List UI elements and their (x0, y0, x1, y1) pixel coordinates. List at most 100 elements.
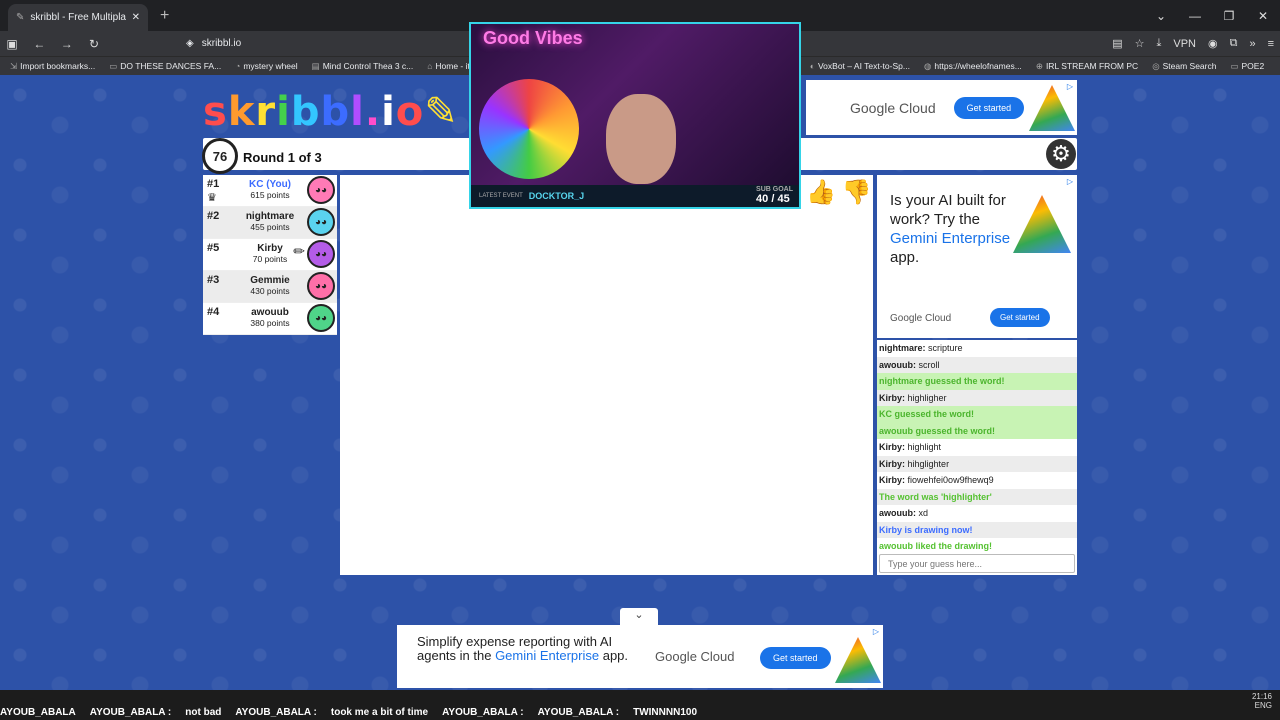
player-row[interactable]: #1 ♛ KC (You) 615 points ◕◕ (203, 175, 337, 207)
ad-right-cta[interactable]: Get started (990, 308, 1050, 327)
forward-icon[interactable]: → (55, 37, 79, 51)
player-rank: #3 (207, 274, 220, 286)
bookmark-3[interactable]: ▤ Mind Control Thea 3 c... (312, 61, 414, 72)
browser-tab[interactable]: ✎ skribbl - Free Multiplayer D ✕ (8, 4, 148, 31)
gemini-star-icon (1013, 195, 1071, 253)
bookmark-0[interactable]: ⇲ Import bookmarks... (10, 61, 95, 72)
ad-bottom[interactable]: ▷ Simplify expense reporting with AI age… (397, 625, 883, 688)
reader-icon[interactable]: ▤ (1112, 37, 1122, 50)
ad-top-cta[interactable]: Get started (953, 96, 1025, 119)
window-controls: ⌄ — ❐ ✕ (1144, 0, 1280, 31)
bookmark-6[interactable]: ◍ https://wheelofnames... (924, 61, 1022, 72)
bookmark-8[interactable]: ◎ Steam Search (1152, 61, 1216, 72)
player-name: awouub (251, 307, 289, 318)
thumbs-down-icon[interactable]: 👎 (842, 178, 872, 207)
chat-message: Kirby: highligher (877, 389, 1077, 406)
chat-message: nightmare guessed the word! (877, 373, 1077, 390)
webcam-overlay: Good Vibes LATEST EVENT DOCKTOR_J SUB GO… (469, 22, 801, 209)
player-avatar: ◕◕ (307, 240, 335, 268)
google-cloud-logo: Google Cloud (655, 649, 735, 664)
ad-top[interactable]: Google Cloud Get started ▷ (806, 80, 1077, 135)
ad-right-heading: Is your AI built for work? Try the Gemin… (890, 192, 1011, 266)
site-info-icon[interactable]: ◈ (186, 38, 194, 49)
bookmark-site-icon: ◔ (235, 61, 241, 71)
drawing-canvas[interactable] (340, 175, 873, 575)
player-name: nightmare (245, 211, 295, 222)
nav-buttons: ▣ ← → ↻ (0, 37, 106, 51)
new-tab-button[interactable]: + (160, 7, 169, 25)
player-points: 615 points (250, 190, 290, 200)
bookmark-7[interactable]: ⊕ IRL STREAM FROM PC (1036, 61, 1138, 72)
back-icon[interactable]: ← (27, 37, 51, 51)
close-window-button[interactable]: ✕ (1246, 9, 1280, 23)
thumbs-up-icon[interactable]: 👍 (806, 178, 836, 207)
player-rank: #5 (207, 242, 220, 254)
player-name: Kirby (257, 243, 283, 254)
folder-icon: ▭ (109, 60, 118, 71)
maximize-button[interactable]: ❐ (1212, 9, 1246, 23)
url-text: skribbl.io (201, 38, 242, 49)
player-rank: #4 (207, 306, 220, 318)
prize-wheel (479, 79, 579, 179)
more-icon[interactable]: » (1249, 38, 1255, 50)
ad-bottom-cta[interactable]: Get started (760, 647, 831, 669)
stream-event-bar: LATEST EVENT DOCKTOR_J SUB GOAL 40 / 45 (471, 185, 799, 207)
chat-log: nightmare: scripture awouub: scroll nightm… (877, 340, 1077, 575)
round-label: Round 1 of 3 (243, 150, 322, 165)
chat-message: The word was 'highlighter' (877, 488, 1077, 505)
player-points: 430 points (250, 286, 290, 296)
chat-message: Kirby: highlight (879, 442, 942, 452)
chat-message: awouub guessed the word! (877, 422, 1077, 439)
bookmark-2[interactable]: ◔ mystery wheel (235, 61, 297, 71)
google-cloud-logo: Google Cloud (890, 313, 952, 324)
player-avatar: ◕◕ (307, 176, 335, 204)
vote-buttons: 👍 👎 (806, 178, 872, 207)
menu-icon[interactable]: ≡ (1268, 38, 1274, 50)
ad-choices-icon[interactable]: ▷ (873, 627, 879, 636)
system-tray[interactable]: 21:16 ENG (1252, 692, 1272, 710)
bookmark-9[interactable]: ▭ POE2 (1230, 61, 1264, 72)
import-icon: ⇲ (10, 60, 18, 71)
guess-input[interactable] (879, 554, 1075, 573)
bookmark-1[interactable]: ▭ DO THESE DANCES FA... (109, 61, 221, 72)
crown-icon: ♛ (207, 192, 217, 204)
chat-message: Kirby: hihglighter (877, 455, 1077, 472)
player-row[interactable]: #5 Kirby 70 points ✏ ◕◕ (203, 239, 337, 271)
round-timer: 76 (202, 138, 238, 174)
close-tab-icon[interactable]: ✕ (132, 12, 140, 23)
ad-choices-icon[interactable]: ▷ (1067, 82, 1073, 91)
reload-icon[interactable]: ↻ (82, 37, 106, 51)
drawing-pencil-icon: ✏ (293, 243, 305, 259)
skribbl-logo[interactable]: skribbl.io✎ (203, 89, 459, 135)
streamer (606, 94, 676, 184)
google-cloud-logo: Google Cloud (850, 99, 936, 116)
player-row[interactable]: #3 Gemmie 430 points ◕◕ (203, 271, 337, 303)
player-avatar: ◕◕ (307, 304, 335, 332)
settings-gear-icon[interactable]: ⚙ (1046, 139, 1076, 169)
stream-chat-ticker: AYOUB_ABALA AYOUB_ABALA : not bad AYOUB_… (0, 706, 698, 718)
bookmark-5[interactable]: ◐ VoxBot – AI Text-to-Sp... (810, 61, 910, 71)
folder-icon: ▭ (1230, 60, 1239, 71)
sidebar-icon[interactable]: ▣ (0, 37, 24, 51)
ad-right[interactable]: ▷ Is your AI built for work? Try the Gem… (877, 175, 1077, 338)
bookmark-site-icon: ⌂ (427, 61, 433, 71)
player-row[interactable]: #2 nightmare 455 points ◕◕ (203, 207, 337, 239)
chevron-down-icon[interactable]: ⌄ (620, 608, 658, 625)
tab-search-icon[interactable]: ⌄ (1144, 9, 1178, 23)
latest-event-name: DOCKTOR_J (528, 191, 585, 201)
profile-icon[interactable]: ◉ (1208, 37, 1218, 50)
bookmark-star-icon[interactable]: ☆ (1135, 37, 1145, 50)
minimize-button[interactable]: — (1178, 9, 1212, 23)
extensions-icon[interactable]: ⧉ (1230, 37, 1238, 50)
chat-message: Kirby is drawing now! (877, 521, 1077, 538)
download-icon[interactable]: ⤓ (1156, 37, 1161, 50)
player-row[interactable]: #4 awouub 380 points ◕◕ (203, 303, 337, 335)
bookmark-site-icon: ◐ (809, 61, 815, 71)
ad-choices-icon[interactable]: ▷ (1067, 177, 1073, 186)
vpn-button[interactable]: VPN (1173, 38, 1196, 50)
player-points: 380 points (250, 318, 290, 328)
url-field[interactable]: ◈ skribbl.io (186, 38, 241, 49)
neon-sign: Good Vibes (483, 28, 583, 48)
player-points: 455 points (250, 222, 290, 232)
chat-message: awouub liked the drawing! (879, 541, 993, 551)
